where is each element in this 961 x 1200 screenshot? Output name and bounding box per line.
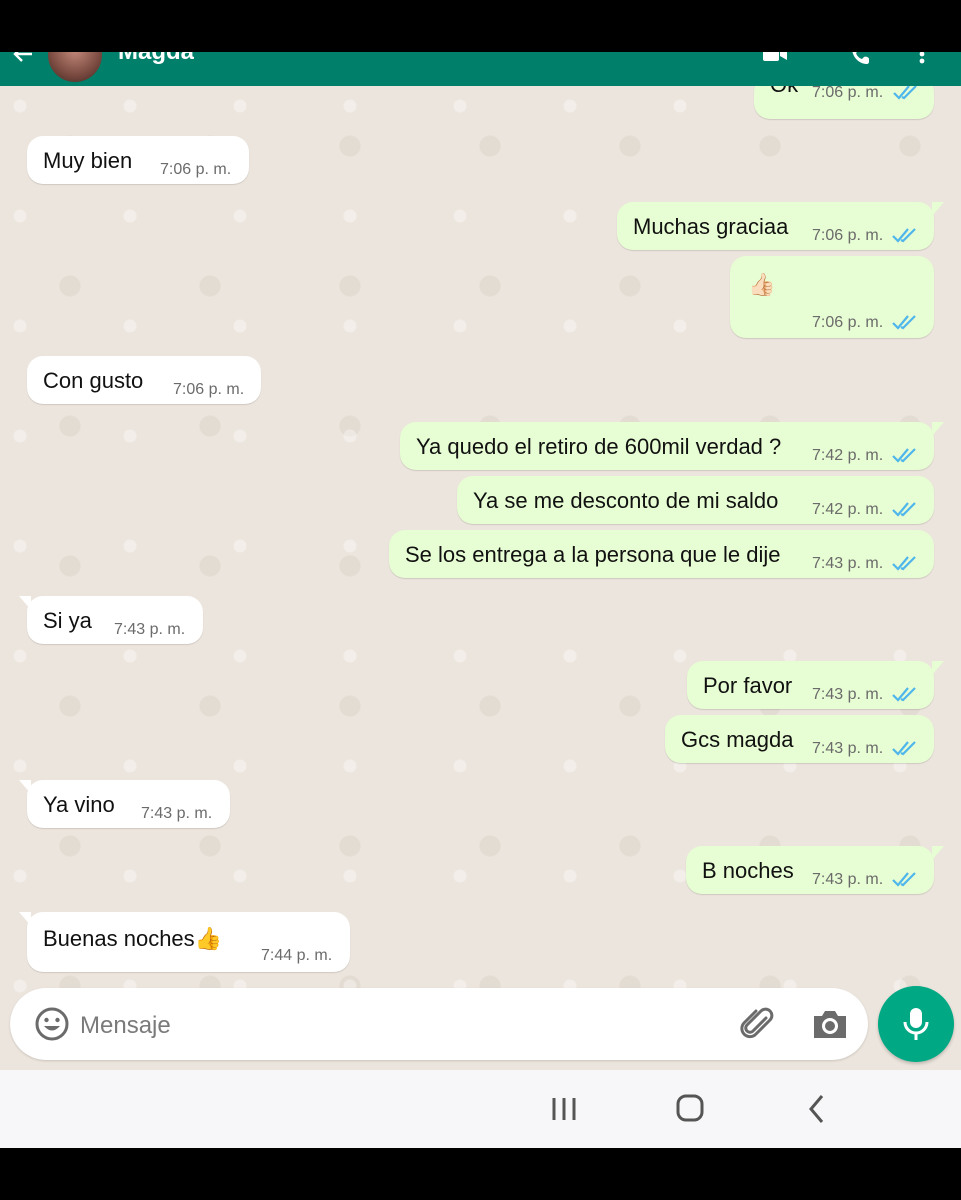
- status-bar: [0, 0, 961, 52]
- chat-area[interactable]: Ok 7:06 p. m. Muy bien 7:06 p. m. Muchas…: [0, 86, 961, 1070]
- home-icon[interactable]: [672, 1092, 708, 1126]
- incoming-message[interactable]: Muy bien 7:06 p. m.: [27, 136, 249, 184]
- message-text: Por favor: [703, 673, 793, 698]
- message-composer[interactable]: Mensaje: [10, 988, 868, 1060]
- read-ticks-icon: [892, 741, 916, 756]
- video-call-icon[interactable]: [762, 52, 788, 64]
- outgoing-message[interactable]: Ya quedo el retiro de 600mil verdad ? 7:…: [400, 422, 944, 470]
- read-ticks-icon: [892, 228, 916, 243]
- read-ticks-icon: [892, 556, 916, 571]
- message-time: 7:43 p. m.: [114, 621, 186, 638]
- message-time: 7:44 p. m.: [261, 947, 333, 964]
- incoming-message[interactable]: Si ya 7:43 p. m.: [19, 596, 203, 644]
- incoming-message[interactable]: Con gusto 7:06 p. m.: [27, 356, 261, 404]
- incoming-message[interactable]: Ya vino 7:43 p. m.: [19, 780, 230, 828]
- read-ticks-icon: [892, 872, 916, 887]
- chat-header: Magda: [0, 52, 961, 86]
- message-time: 7:06 p. m.: [173, 381, 245, 398]
- message-text: B noches: [702, 858, 794, 883]
- outgoing-message[interactable]: Ok 7:06 p. m.: [754, 86, 934, 119]
- recent-apps-icon[interactable]: [546, 1092, 582, 1126]
- outgoing-message[interactable]: Por favor 7:43 p. m.: [687, 661, 944, 709]
- phone-icon[interactable]: [852, 52, 874, 64]
- message-time: 7:42 p. m.: [812, 501, 884, 518]
- contact-avatar[interactable]: [48, 52, 102, 82]
- outgoing-message[interactable]: B noches 7:43 p. m.: [686, 846, 944, 894]
- outgoing-message[interactable]: Se los entrega a la persona que le dije …: [389, 530, 934, 578]
- read-ticks-icon: [892, 687, 916, 702]
- message-time: 7:06 p. m.: [812, 227, 884, 244]
- attach-icon[interactable]: [738, 1004, 778, 1044]
- read-ticks-icon: [892, 448, 916, 463]
- message-text: Muchas graciaa: [633, 214, 789, 239]
- message-text: Ya se me desconto de mi saldo: [473, 488, 779, 513]
- message-time: 7:43 p. m.: [812, 871, 884, 888]
- message-time: 7:43 p. m.: [812, 555, 884, 572]
- more-options-icon[interactable]: [918, 52, 926, 64]
- contact-name[interactable]: Magda: [118, 52, 194, 72]
- back-arrow-icon[interactable]: [12, 52, 34, 64]
- message-time: 7:06 p. m.: [160, 161, 232, 178]
- message-text: Buenas noches👍: [43, 926, 223, 951]
- message-input[interactable]: Mensaje: [80, 1012, 171, 1040]
- outgoing-message[interactable]: 👍🏻 7:06 p. m.: [730, 256, 934, 338]
- message-text: Si ya: [43, 608, 92, 633]
- message-text: Ok: [770, 86, 798, 98]
- message-text: Gcs magda: [681, 727, 794, 752]
- message-text: Se los entrega a la persona que le dije: [405, 542, 781, 567]
- message-time: 7:43 p. m.: [812, 740, 884, 757]
- read-ticks-icon: [893, 86, 917, 100]
- message-time: 7:06 p. m.: [812, 86, 884, 101]
- message-time: 7:43 p. m.: [141, 805, 213, 822]
- message-emoji: 👍🏻: [748, 272, 776, 297]
- back-icon[interactable]: [800, 1092, 836, 1126]
- read-ticks-icon: [892, 502, 916, 517]
- message-text: Ya quedo el retiro de 600mil verdad ?: [416, 434, 782, 459]
- message-time: 7:06 p. m.: [812, 314, 884, 331]
- incoming-message[interactable]: Buenas noches👍 7:44 p. m.: [19, 912, 350, 972]
- mic-button[interactable]: [878, 986, 954, 1062]
- message-text: Con gusto: [43, 368, 144, 393]
- system-nav-bar: [0, 1070, 961, 1148]
- message-text: Muy bien: [43, 148, 133, 173]
- message-time: 7:43 p. m.: [812, 686, 884, 703]
- message-time: 7:42 p. m.: [812, 447, 884, 464]
- outgoing-message[interactable]: Ya se me desconto de mi saldo 7:42 p. m.: [457, 476, 934, 524]
- outgoing-message[interactable]: Muchas graciaa 7:06 p. m.: [617, 202, 944, 250]
- mic-icon: [903, 1008, 929, 1040]
- read-ticks-icon: [892, 315, 916, 330]
- bottom-bezel: [0, 1148, 961, 1200]
- camera-icon[interactable]: [810, 1006, 850, 1042]
- emoji-icon[interactable]: [34, 1006, 70, 1042]
- message-text: Ya vino: [43, 792, 115, 817]
- outgoing-message[interactable]: Gcs magda 7:43 p. m.: [665, 715, 934, 763]
